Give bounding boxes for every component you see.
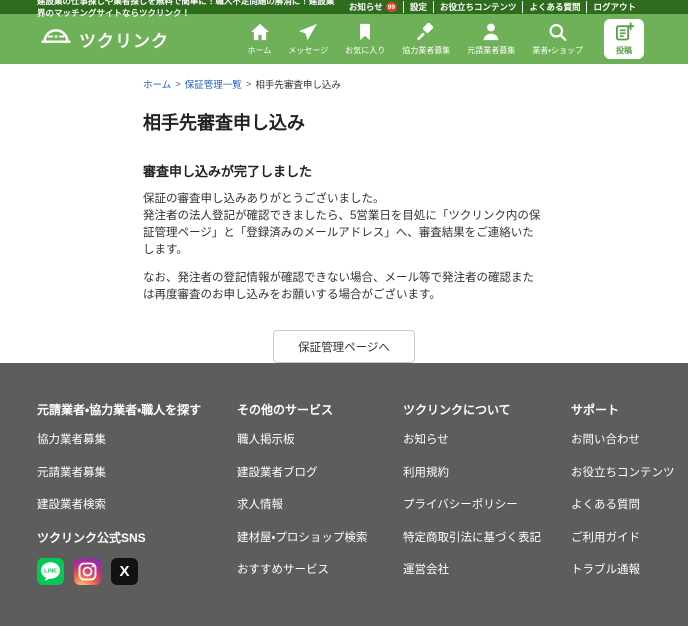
footer-link-craftsman-board[interactable]: 職人掲示板	[237, 431, 403, 447]
main-content: ホーム > 保証管理一覧 > 相手先審査申し込み 相手先審査申し込み 審査申し込…	[143, 64, 545, 363]
brand-name: ツクリンク	[79, 31, 169, 51]
guarantee-page-button[interactable]: 保証管理ページへ	[273, 330, 415, 363]
nav-items: ホーム メッセージ お気に入り 協力業者募集 元請業者募集 業者・ショップ 投稿	[248, 19, 644, 59]
footer-link-terms[interactable]: 利用規約	[403, 464, 571, 480]
breadcrumb-separator: >	[175, 78, 181, 90]
post-icon	[614, 22, 635, 44]
footer-column-header: その他のサービス	[237, 403, 334, 417]
nav-item-home[interactable]: ホーム	[247, 23, 272, 56]
search-icon	[548, 23, 567, 43]
notice-link[interactable]: お知らせ 99	[343, 1, 403, 13]
footer: 元請業者・協力業者・職人を探す 協力業者募集 元請業者募集 建設業者検索 ツクリ…	[0, 363, 688, 626]
paragraph-line: 保証の審査申し込みありがとうございました。	[143, 193, 385, 205]
line-icon-text: LINE	[44, 568, 57, 574]
page-title: 相手先審査申し込み	[143, 113, 305, 133]
brand-logo[interactable]: ツクリンク	[40, 25, 169, 53]
useful-contents-link[interactable]: お役立ちコンテンツ	[432, 1, 523, 13]
main-nav: ツクリンク ホーム メッセージ お気に入り 協力業者募集 元請業者募集 業者・シ…	[0, 14, 688, 64]
footer-column-header: サポート	[571, 403, 620, 417]
instagram-icon[interactable]	[74, 557, 101, 585]
footer-link-company-search[interactable]: 建設業者検索	[37, 496, 237, 512]
notice-count-badge: 99	[385, 2, 397, 12]
footer-link-company[interactable]: 運営会社	[403, 561, 571, 577]
footer-link-subcontractor-recruit[interactable]: 協力業者募集	[37, 431, 237, 447]
line-icon[interactable]: LINE	[37, 557, 64, 585]
paper-plane-icon	[298, 23, 318, 43]
footer-link-jobs[interactable]: 求人情報	[237, 496, 403, 512]
completion-heading: 審査申し込みが完了しました	[143, 164, 313, 179]
top-banner: 建設業の仕事探しや業者探しを無料で簡単に！職人不足問題の解消に！建設業界のマッチ…	[0, 0, 688, 18]
footer-link-privacy-policy[interactable]: プライバシーポリシー	[403, 496, 571, 512]
bookmark-icon	[357, 23, 373, 43]
footer-column-header: ツクリンクについて	[403, 403, 511, 417]
breadcrumb-current: 相手先審査申し込み	[255, 80, 341, 91]
nav-item-subcontractor-recruit[interactable]: 協力業者募集	[402, 22, 451, 56]
breadcrumb-separator: >	[245, 78, 252, 90]
nav-label: ホーム	[247, 45, 272, 55]
post-button[interactable]: 投稿	[604, 19, 644, 59]
footer-column-header: 元請業者・協力業者・職人を探す	[37, 403, 202, 417]
helmet-icon	[40, 25, 72, 53]
button-row: 保証管理ページへ	[143, 330, 545, 363]
post-button-label: 投稿	[616, 46, 632, 55]
top-utility-links: お知らせ 99 設定 お役立ちコンテンツ よくある質問 ログアウト	[343, 1, 642, 13]
footer-column-search: 元請業者・協力業者・職人を探す 協力業者募集 元請業者募集 建設業者検索 ツクリ…	[37, 401, 237, 594]
footer-link-trouble-report[interactable]: トラブル通報	[571, 561, 688, 577]
caution-paragraph: なお、発注者の登記情報が確認できない場合、メール等で発注者の確認または再度審査の…	[143, 272, 534, 301]
nav-item-contractor-recruit[interactable]: 元請業者募集	[467, 23, 515, 56]
footer-link-blog[interactable]: 建設業者ブログ	[237, 464, 403, 480]
nav-item-shop-search[interactable]: 業者・ショップ	[532, 23, 583, 56]
sns-header: ツクリンク公式SNS	[37, 530, 146, 545]
footer-column-support: サポート お問い合わせ お役立ちコンテンツ よくある質問 ご利用ガイド トラブル…	[571, 401, 688, 594]
footer-link-recommended-services[interactable]: おすすめサービス	[237, 561, 403, 577]
sns-icons: LINE X	[37, 557, 237, 585]
footer-link-guide[interactable]: ご利用ガイド	[571, 529, 688, 545]
footer-columns: 元請業者・協力業者・職人を探す 協力業者募集 元請業者募集 建設業者検索 ツクリ…	[37, 401, 688, 594]
nav-label: 元請業者募集	[467, 45, 516, 55]
footer-link-news[interactable]: お知らせ	[403, 431, 571, 447]
breadcrumb-guarantee-list[interactable]: 保証管理一覧	[185, 77, 242, 91]
footer-link-contractor-recruit[interactable]: 元請業者募集	[37, 464, 237, 480]
result-notice-paragraph: 保証の審査申し込みありがとうございました。 発注者の法人登記が確認できましたら、…	[143, 191, 545, 259]
footer-column-services: その他のサービス 職人掲示板 建設業者ブログ 求人情報 建材屋・プロショップ検索…	[237, 401, 403, 594]
nav-item-messages[interactable]: メッセージ	[288, 23, 328, 56]
footer-link-contact[interactable]: お問い合わせ	[571, 431, 688, 447]
nav-label: 業者・ショップ	[532, 45, 583, 55]
site-tagline: 建設業の仕事探しや業者探しを無料で簡単に！職人不足問題の解消に！建設業界のマッチ…	[37, 0, 335, 18]
notice-link-label: お知らせ	[348, 2, 383, 12]
faq-link[interactable]: よくある質問	[522, 1, 586, 13]
person-icon	[481, 23, 501, 43]
footer-link-faq[interactable]: よくある質問	[571, 496, 688, 512]
settings-link[interactable]: 設定	[402, 1, 433, 13]
home-icon	[250, 23, 270, 43]
nav-label: お気に入り	[345, 45, 386, 55]
footer-link-useful-contents[interactable]: お役立ちコンテンツ	[571, 464, 688, 480]
logout-link[interactable]: ログアウト	[586, 1, 642, 13]
footer-link-commercial-law[interactable]: 特定商取引法に基づく表記	[403, 529, 571, 545]
nav-label: メッセージ	[288, 45, 329, 55]
footer-link-material-shop-search[interactable]: 建材屋・プロショップ検索	[237, 529, 403, 545]
breadcrumb: ホーム > 保証管理一覧 > 相手先審査申し込み	[143, 77, 545, 92]
nav-label: 協力業者募集	[402, 45, 451, 55]
nav-item-favorites[interactable]: お気に入り	[345, 23, 385, 56]
breadcrumb-home[interactable]: ホーム	[143, 77, 171, 91]
x-icon[interactable]: X	[111, 557, 138, 585]
paragraph-line: 発注者の法人登記が確認できましたら、5営業日を目処に「ツクリンク内の保証管理ペー…	[143, 210, 541, 256]
footer-column-about: ツクリンクについて お知らせ 利用規約 プライバシーポリシー 特定商取引法に基づ…	[403, 401, 571, 594]
gavel-icon	[416, 22, 436, 43]
